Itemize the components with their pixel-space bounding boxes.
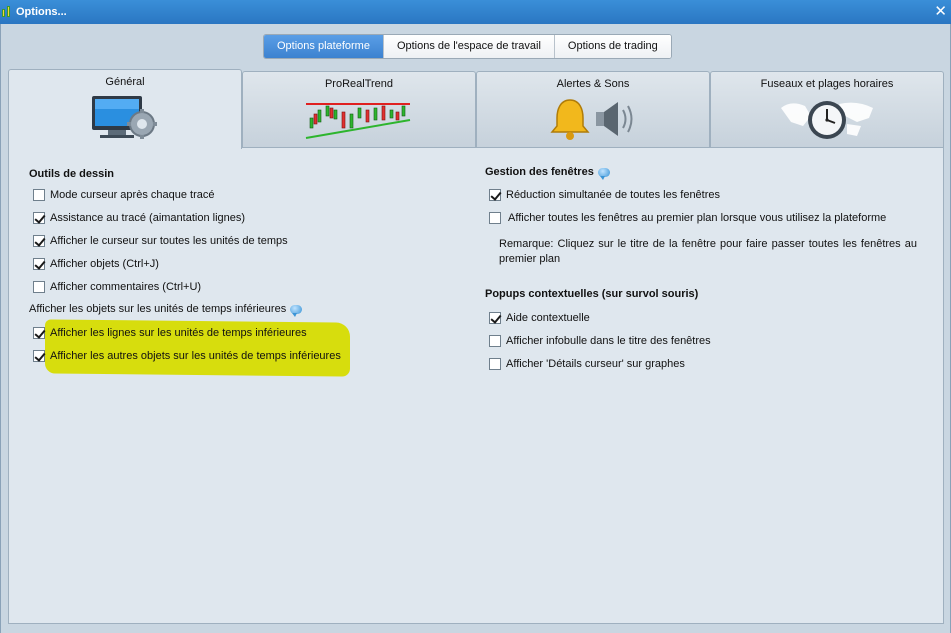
lower-units-title-text: Afficher les objets sur les unités de te…	[29, 303, 287, 315]
checkbox[interactable]	[33, 350, 45, 362]
option-title-tooltip[interactable]: Afficher infobulle dans le titre des fen…	[489, 335, 711, 347]
checkbox[interactable]	[33, 281, 45, 293]
checkbox[interactable]	[489, 358, 501, 370]
option-label: Assistance au tracé (aimantation lignes)	[50, 212, 246, 224]
option-cursor-all-units[interactable]: Afficher le curseur sur toutes les unité…	[33, 235, 288, 247]
window-remark: Remarque: Cliquez sur le titre de la fen…	[499, 238, 917, 265]
option-label: Réduction simultanée de toutes les fenêt…	[506, 189, 721, 201]
checkbox[interactable]	[33, 258, 45, 270]
tab-prorealtrend-label: ProRealTrend	[324, 78, 394, 90]
option-label: Aide contextuelle	[506, 312, 590, 324]
option-label: Afficher commentaires (Ctrl+U)	[50, 281, 202, 293]
option-show-objects[interactable]: Afficher objets (Ctrl+J)	[33, 258, 159, 270]
option-cursor-mode[interactable]: Mode curseur après chaque tracé	[33, 189, 214, 201]
tab-general[interactable]: Général	[8, 69, 242, 149]
close-icon[interactable]: ✕	[934, 2, 947, 20]
option-other-objects-lower-units[interactable]: Afficher les autres objets sur les unité…	[33, 350, 341, 362]
option-context-help[interactable]: Aide contextuelle	[489, 312, 590, 324]
checkbox[interactable]	[33, 235, 45, 247]
tab-prorealtrend[interactable]: ProRealTrend	[242, 71, 476, 148]
segment-trading-options[interactable]: Options de trading	[553, 35, 671, 58]
option-label: Afficher les autres objets sur les unité…	[50, 350, 341, 362]
checkbox[interactable]	[489, 212, 501, 224]
checkbox[interactable]	[489, 335, 501, 347]
monitor-gear-icon	[92, 96, 157, 139]
option-show-comments[interactable]: Afficher commentaires (Ctrl+U)	[33, 281, 201, 293]
drawing-tools-title: Outils de dessin	[29, 168, 114, 180]
option-label: Afficher le curseur sur toutes les unité…	[50, 235, 288, 247]
window-management-title-text: Gestion des fenêtres	[485, 166, 594, 178]
title-bar: Options... ✕	[0, 0, 951, 24]
option-label: Afficher 'Détails curseur' sur graphes	[506, 358, 685, 370]
option-lines-lower-units[interactable]: Afficher les lignes sur les unités de te…	[33, 327, 307, 339]
option-label: Afficher objets (Ctrl+J)	[50, 258, 159, 270]
checkbox[interactable]	[489, 312, 501, 324]
option-all-windows-front[interactable]: Afficher toutes les fenêtres au premier …	[489, 212, 886, 224]
lower-units-title: Afficher les objets sur les unités de te…	[29, 303, 303, 317]
segment-platform-options[interactable]: Options plateforme	[264, 35, 383, 58]
popups-title: Popups contextuelles (sur survol souris)	[485, 288, 699, 300]
option-label: Mode curseur après chaque tracé	[50, 189, 215, 201]
option-label: Afficher infobulle dans le titre des fen…	[506, 335, 711, 347]
option-minimize-all[interactable]: Réduction simultanée de toutes les fenêt…	[489, 189, 720, 201]
trend-chart-icon	[305, 103, 411, 139]
checkbox[interactable]	[489, 189, 501, 201]
general-options-panel: Outils de dessin Mode curseur après chaq…	[8, 147, 944, 624]
checkbox[interactable]	[33, 189, 45, 201]
checkbox[interactable]	[33, 212, 45, 224]
option-label: Afficher toutes les fenêtres au premier …	[508, 212, 887, 224]
app-icon	[1, 5, 13, 19]
option-label: Afficher les lignes sur les unités de te…	[50, 327, 307, 339]
tab-time-zones-label: Fuseaux et plages horaires	[760, 78, 894, 90]
tab-general-label: Général	[105, 76, 145, 88]
checkbox[interactable]	[33, 327, 45, 339]
window-body: Options plateforme Options de l'espace d…	[0, 24, 951, 633]
segment-workspace-options[interactable]: Options de l'espace de travail	[382, 35, 554, 58]
tab-time-zones[interactable]: Fuseaux et plages horaires	[710, 71, 944, 148]
bell-speaker-icon	[550, 99, 633, 140]
window-management-title: Gestion des fenêtres	[485, 166, 610, 180]
option-drawing-assist[interactable]: Assistance au tracé (aimantation lignes)	[33, 212, 245, 224]
window-title: Options...	[16, 6, 67, 18]
help-bubble-icon[interactable]	[290, 304, 303, 317]
option-cursor-details[interactable]: Afficher 'Détails curseur' sur graphes	[489, 358, 685, 370]
tab-alerts-sounds[interactable]: Alertes & Sons	[476, 71, 710, 148]
tab-strip: Général ProRealTrend Alertes & Sons Fuse…	[8, 69, 944, 149]
options-segmented-control: Options plateforme Options de l'espace d…	[263, 34, 672, 59]
tab-alerts-sounds-label: Alertes & Sons	[556, 78, 630, 90]
help-bubble-icon[interactable]	[597, 167, 610, 180]
world-clock-icon	[781, 101, 873, 139]
